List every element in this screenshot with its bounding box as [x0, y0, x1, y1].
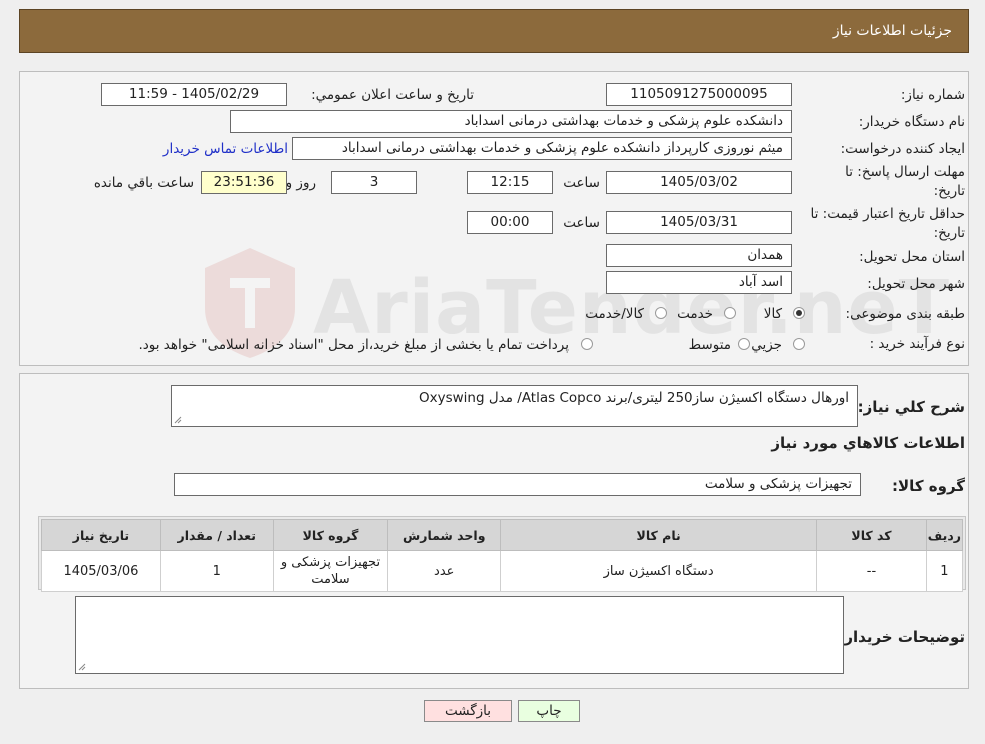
description-value: اورهال دستگاه اکسیژن ساز250 لیتری/برند A…: [418, 390, 849, 406]
description-textarea[interactable]: اورهال دستگاه اکسیژن ساز250 لیتری/برند A…: [171, 385, 858, 427]
price-validity-date: 1405/03/31: [606, 211, 792, 234]
process-label: نوع فرآيند خريد :: [869, 336, 965, 352]
announce-value: 1405/02/29 - 11:59: [101, 83, 287, 106]
reply-deadline-label: مهلت ارسال پاسخ: تا: [845, 164, 965, 180]
requester-value: میثم نوروزی کارپرداز دانشکده علوم پزشکی …: [292, 137, 792, 160]
goods-group-value: تجهیزات پزشکی و سلامت: [174, 473, 861, 496]
col-unit: واحد شمارش: [387, 519, 502, 551]
process-radio-treasury[interactable]: [581, 338, 593, 350]
col-date: تاريخ نياز: [41, 519, 161, 551]
process-radio-medium[interactable]: [738, 338, 750, 350]
cell-date: 1405/03/06: [41, 550, 161, 592]
requester-label: ايجاد کننده درخواست:: [840, 141, 965, 157]
city-value: اسد آباد: [606, 271, 792, 294]
print-button[interactable]: چاپ: [518, 700, 580, 722]
table-row: 1 -- دستگاه اکسیژن ساز عدد تجهیزات پزشکی…: [41, 550, 964, 592]
announce-label: تاریخ و ساعت اعلان عمومي:: [311, 87, 474, 103]
buyer-notes-label: توضيحات خريدار:: [838, 628, 965, 646]
cell-group: تجهیزات پزشکی و سلامت: [272, 550, 389, 592]
process-option-medium: متوسط: [688, 337, 731, 353]
cell-qty: 1: [159, 550, 274, 592]
city-label: شهر محل تحويل:: [867, 276, 965, 292]
reply-deadline-date: 1405/03/02: [606, 171, 792, 194]
table-header-row: رديف کد کالا نام کالا واحد شمارش گروه کا…: [41, 519, 964, 551]
reply-deadline-time: 12:15: [467, 171, 553, 194]
remaining-time: 23:51:36: [201, 171, 287, 194]
description-label: شرح کلي نياز:: [857, 398, 965, 416]
cell-code: --: [816, 550, 927, 592]
col-qty: تعداد / مقدار: [159, 519, 274, 551]
price-validity-label: حداقل تاريخ اعتبار قيمت: تا: [810, 206, 965, 222]
process-option-minor: جزيي: [751, 337, 782, 353]
col-group: گروه کالا: [272, 519, 389, 551]
buyer-contact-link[interactable]: اطلاعات تماس خريدار: [163, 141, 288, 157]
buyer-org-label: نام دستگاه خريدار:: [858, 114, 965, 130]
price-validity-time-label: ساعت: [563, 215, 600, 231]
buyer-notes-textarea[interactable]: [75, 596, 844, 674]
page-header: جزئیات اطلاعات نیاز: [19, 9, 969, 53]
items-table: رديف کد کالا نام کالا واحد شمارش گروه کا…: [41, 519, 964, 592]
col-row: رديف: [925, 519, 964, 551]
reply-deadline-days: 3: [331, 171, 417, 194]
category-label: طبقه بندی موضوعی:: [845, 306, 965, 322]
category-radio-goods[interactable]: [793, 307, 805, 319]
category-option-goods-service: کالا/خدمت: [585, 306, 644, 322]
resize-handle-icon[interactable]: [78, 663, 86, 671]
cell-name: دستگاه اکسیژن ساز: [500, 550, 818, 592]
process-radio-minor[interactable]: [793, 338, 805, 350]
category-option-service: خدمت: [677, 306, 713, 322]
cell-unit: عدد: [387, 550, 502, 592]
reply-deadline-label-date: تاريخ:: [933, 183, 965, 199]
days-label: روز و: [285, 175, 316, 191]
need-number-label: شماره نیاز:: [900, 87, 965, 103]
price-validity-time: 00:00: [467, 211, 553, 234]
goods-group-label: گروه کالا:: [892, 477, 965, 495]
category-radio-service[interactable]: [724, 307, 736, 319]
treasury-note: پرداخت تمام يا بخشی از مبلغ خريد،از محل …: [138, 337, 569, 353]
need-number-value: 1105091275000095: [606, 83, 792, 106]
back-button[interactable]: بازگشت: [424, 700, 512, 722]
page-title: جزئیات اطلاعات نیاز: [832, 23, 952, 39]
reply-deadline-time-label: ساعت: [563, 175, 600, 191]
buyer-org-value: دانشکده علوم پزشکی و خدمات بهداشتی درمان…: [230, 110, 792, 133]
remaining-label: ساعت باقي مانده: [93, 175, 194, 191]
category-radio-goods-service[interactable]: [655, 307, 667, 319]
resize-handle-icon[interactable]: [174, 416, 182, 424]
col-code: کد کالا: [816, 519, 927, 551]
col-name: نام کالا: [500, 519, 818, 551]
goods-info-title: اطلاعات کالاهاي مورد نياز: [771, 434, 965, 452]
province-value: همدان: [606, 244, 792, 267]
price-validity-label-date: تاريخ:: [933, 225, 965, 241]
category-option-goods: کالا: [763, 306, 782, 322]
items-table-wrap: رديف کد کالا نام کالا واحد شمارش گروه کا…: [38, 516, 966, 592]
cell-row: 1: [925, 550, 964, 592]
province-label: استان محل تحويل:: [859, 249, 965, 265]
